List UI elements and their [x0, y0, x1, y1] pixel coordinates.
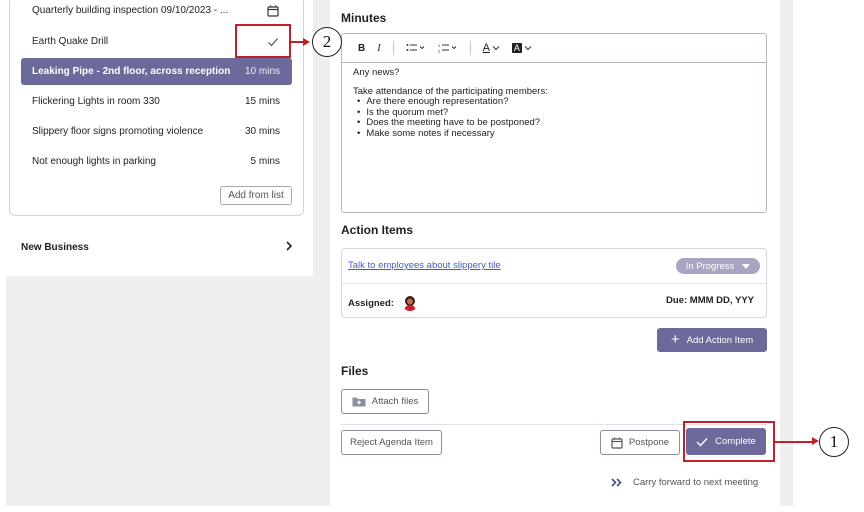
avatar[interactable] [401, 295, 418, 311]
add-action-item-label: Add Action Item [686, 334, 754, 346]
attach-files-label: Attach files [371, 396, 419, 407]
minutes-bullet: Does the meeting have to be postponed? [353, 117, 548, 129]
assigned-row: Assigned: [348, 295, 418, 311]
calendar-icon [611, 437, 623, 449]
agenda-item-duration: 5 mins [250, 156, 280, 167]
highlight-icon: A [511, 43, 522, 53]
meeting-agenda-screen: Quarterly building inspection 09/10/2023… [0, 0, 864, 512]
chevron-right-icon [285, 240, 293, 254]
italic-button[interactable]: I [377, 43, 380, 54]
folder-add-icon [352, 397, 366, 407]
minutes-line: Any news? [353, 67, 400, 78]
numbered-list-button[interactable]: 12 [438, 43, 458, 53]
action-item-card: Talk to employees about slippery tile In… [341, 248, 767, 318]
due-date: Due: MMM DD, YYY [666, 295, 754, 306]
agenda-item-title: Quarterly building inspection 09/10/2023… [32, 5, 229, 16]
svg-text:2: 2 [438, 49, 441, 54]
agenda-item[interactable]: Not enough lights in parking 5 mins [21, 148, 292, 175]
agenda-item-title: Earth Quake Drill [32, 36, 109, 47]
highlight-button[interactable]: A [511, 43, 532, 53]
editor-toolbar: B I 12 A A [342, 34, 766, 63]
plus-icon: + [670, 331, 680, 348]
minutes-title: Minutes [341, 11, 387, 25]
toolbar-divider [469, 41, 471, 55]
agenda-item[interactable]: Quarterly building inspection 09/10/2023… [21, 0, 292, 24]
agenda-item-duration: 10 mins [244, 66, 280, 77]
arrow-right-icon [303, 38, 310, 46]
chevron-down-icon [524, 46, 532, 51]
font-color-icon: A [482, 42, 490, 54]
callout-number-2: 2 [312, 27, 342, 57]
calendar-icon[interactable] [266, 4, 280, 18]
files-title: Files [341, 364, 369, 378]
bullet-list-button[interactable] [406, 43, 426, 53]
caret-down-icon [742, 263, 751, 269]
minutes-bullet: Are there enough representation? [353, 96, 548, 108]
agenda-item-title: Leaking Pipe - 2nd floor, across recepti… [32, 66, 231, 77]
minutes-text[interactable]: Any news? Take attendance of the partici… [353, 67, 548, 140]
minutes-editor[interactable]: B I 12 A A Any news? Take attendance of … [341, 33, 767, 213]
reject-agenda-item-button[interactable]: Reject Agenda Item [341, 430, 442, 455]
agenda-item-selected[interactable]: Leaking Pipe - 2nd floor, across recepti… [21, 58, 292, 85]
agenda-item-title: Not enough lights in parking [32, 156, 156, 167]
agenda-item-title: Slippery floor signs promoting violence [32, 126, 204, 137]
action-item-link[interactable]: Talk to employees about slippery tile [348, 260, 501, 271]
postpone-label: Postpone [628, 437, 670, 448]
add-action-item-button[interactable]: + Add Action Item [657, 328, 767, 352]
divider [342, 283, 766, 284]
agenda-item[interactable]: Flickering Lights in room 330 15 mins [21, 88, 292, 115]
agenda-item-duration: 30 mins [244, 126, 280, 137]
callout-highlight-2 [235, 24, 291, 58]
status-dropdown[interactable]: In Progress [676, 258, 760, 274]
agenda-item-duration: 15 mins [244, 96, 280, 107]
numbered-list-icon: 12 [438, 43, 456, 54]
carry-forward-link[interactable]: Carry forward to next meeting [611, 477, 758, 488]
new-business-row[interactable]: New Business [21, 240, 293, 254]
minutes-bullet: Make some notes if necessary [353, 128, 548, 140]
svg-text:1: 1 [438, 43, 441, 48]
font-color-button[interactable]: A [483, 42, 500, 54]
attach-files-button[interactable]: Attach files [341, 389, 429, 414]
agenda-item-title: Flickering Lights in room 330 [32, 96, 160, 107]
new-business-label: New Business [21, 241, 89, 253]
bold-button[interactable]: B [358, 43, 365, 54]
callout-connector [775, 441, 813, 443]
assigned-label: Assigned: [348, 297, 394, 309]
action-items-title: Action Items [341, 223, 414, 237]
chevron-down-icon [492, 46, 500, 51]
callout-highlight-1 [683, 421, 775, 462]
toolbar-divider [392, 41, 394, 55]
add-from-list-button[interactable]: Add from list [220, 186, 292, 205]
callout-number-1: 1 [819, 427, 849, 457]
agenda-item[interactable]: Slippery floor signs promoting violence … [21, 118, 292, 145]
arrow-right-icon [812, 437, 819, 445]
postpone-button[interactable]: Postpone [600, 430, 680, 455]
carry-forward-label: Carry forward to next meeting [633, 477, 759, 488]
minutes-bullet-list: Are there enough representation? Is the … [353, 96, 548, 140]
double-chevron-right-icon [611, 478, 622, 487]
bullet-list-icon [406, 44, 424, 51]
status-label: In Progress [685, 260, 735, 272]
